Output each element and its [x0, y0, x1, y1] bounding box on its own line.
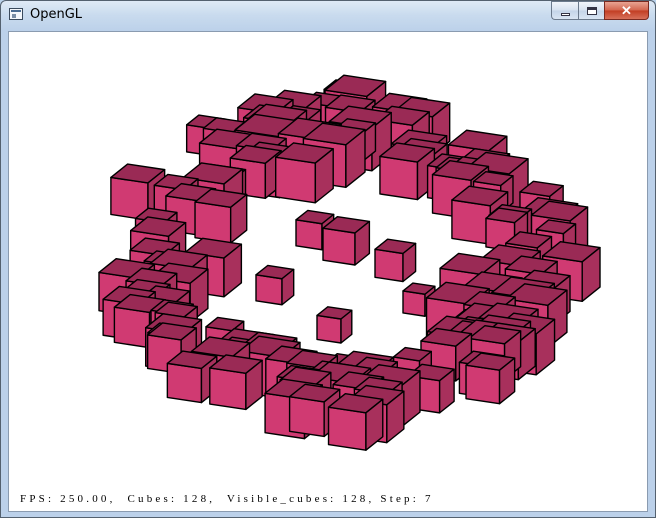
cube [465, 352, 516, 405]
opengl-viewport[interactable]: FPS: 250.00, Cubes: 128, Visible_cubes: … [8, 31, 648, 512]
cube [209, 354, 263, 411]
cube-sphere-render [98, 74, 601, 451]
cube [194, 188, 248, 244]
cube [316, 306, 353, 344]
cube [274, 142, 334, 204]
window-app-icon[interactable] [9, 8, 23, 20]
maximize-icon [586, 6, 597, 15]
hud-status-text: FPS: 250.00, Cubes: 128, Visible_cubes: … [20, 493, 434, 505]
caption-buttons: ✕ [551, 1, 649, 21]
opengl-window: OpenGL ✕ FPS: 250.00, Cubes: 128, Visibl… [0, 0, 656, 518]
cube [327, 393, 384, 451]
cube [379, 142, 436, 201]
close-button[interactable]: ✕ [604, 1, 649, 20]
maximize-button[interactable] [578, 1, 604, 20]
window-title: OpenGL [30, 7, 83, 22]
minimize-button[interactable] [551, 1, 578, 20]
cube [322, 215, 371, 266]
close-icon: ✕ [621, 2, 632, 18]
cube [255, 264, 295, 306]
title-bar[interactable]: OpenGL ✕ [1, 1, 655, 31]
cube [374, 238, 417, 283]
minimize-icon [560, 12, 570, 16]
